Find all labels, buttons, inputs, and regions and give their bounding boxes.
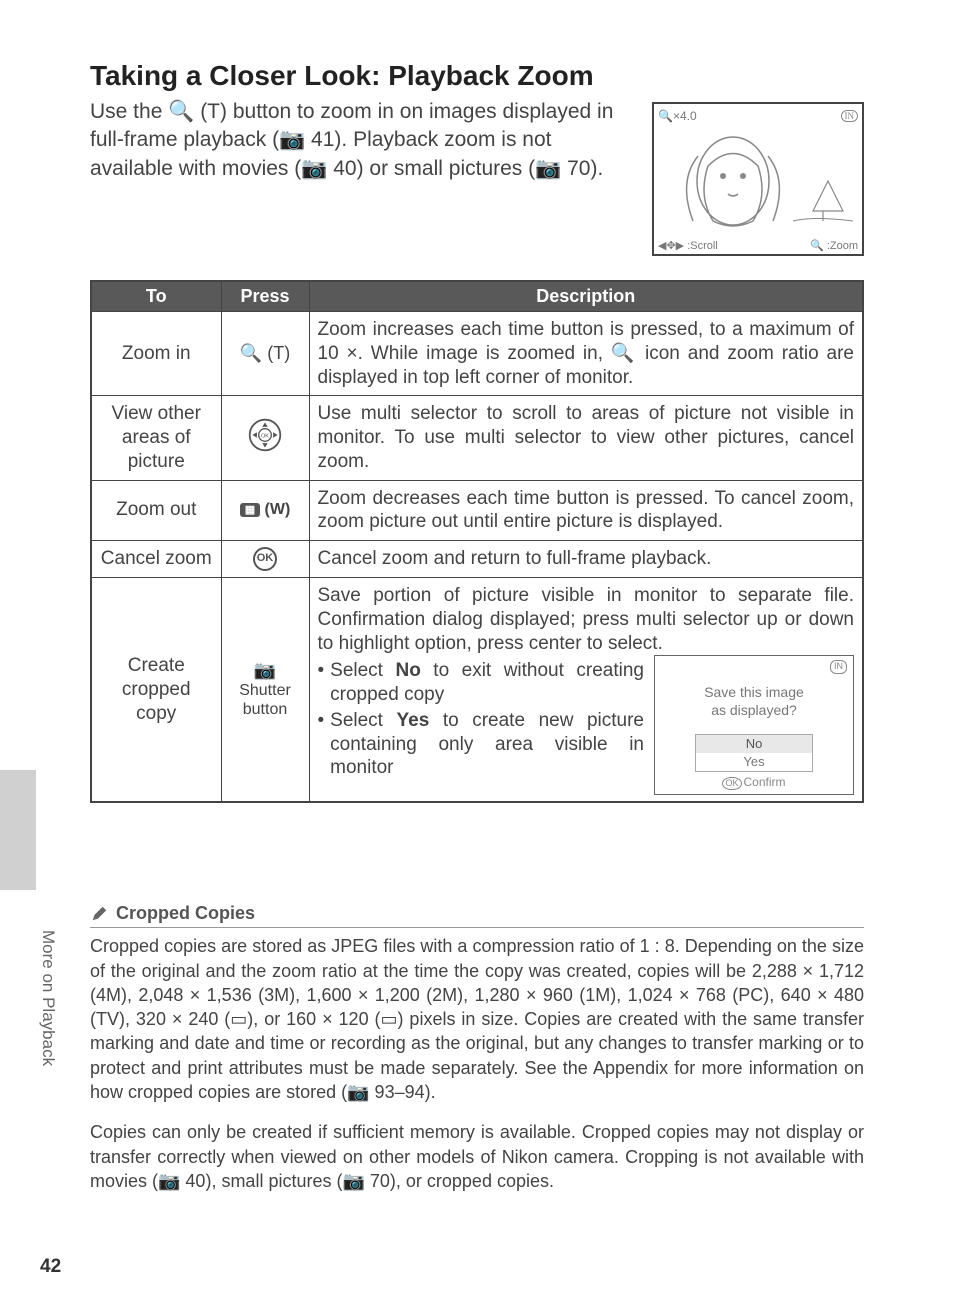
row-to: Create cropped copy: [91, 578, 221, 803]
col-desc: Description: [309, 281, 863, 312]
section-title: Cropped Copies: [116, 903, 255, 924]
row-press: OK: [221, 396, 309, 480]
row-desc: Save portion of picture visible in monit…: [309, 578, 863, 803]
table-row: Cancel zoom OK Cancel zoom and return to…: [91, 541, 863, 578]
scroll-hint: ◀✥▶ :Scroll: [658, 239, 718, 252]
row-desc: Zoom increases each time button is press…: [309, 312, 863, 396]
col-to: To: [91, 281, 221, 312]
row-to: Cancel zoom: [91, 541, 221, 578]
zoom-preview: 🔍×4.0 IN ◀✥▶ :Scroll 🔍 :Zoom: [652, 102, 864, 256]
row-desc: Cancel zoom and return to full-frame pla…: [309, 541, 863, 578]
preview-illustration: [654, 126, 862, 236]
memory-in-badge: IN: [841, 110, 859, 122]
shutter-label-1: Shutter: [239, 682, 291, 699]
row-press: 📷 Shutter button: [221, 578, 309, 803]
row-desc: Use multi selector to scroll to areas of…: [309, 396, 863, 480]
row-desc: Zoom decreases each time button is press…: [309, 480, 863, 541]
shutter-icon: 📷: [230, 660, 301, 682]
multi-selector-icon: OK: [247, 440, 283, 457]
zoom-factor: 🔍×4.0: [658, 109, 697, 123]
table-row: View other areas of picture OK Use multi…: [91, 396, 863, 480]
row-press: OK: [221, 541, 309, 578]
row-press: ▦ (W): [221, 480, 309, 541]
row-press: 🔍 (T): [221, 312, 309, 396]
shutter-label-2: button: [243, 701, 287, 718]
bullet-yes: Select Yes to create new picture contain…: [330, 709, 644, 780]
zoom-hint: 🔍 :Zoom: [810, 239, 858, 252]
svg-text:OK: OK: [261, 434, 269, 440]
dialog-line-1: Save this image: [704, 684, 804, 700]
magnify-icon: 🔍 (T): [240, 343, 290, 363]
dialog-line-2: as displayed?: [711, 702, 797, 718]
page-content: Taking a Closer Look: Playback Zoom Use …: [0, 0, 954, 1249]
crop-desc-top: Save portion of picture visible in monit…: [318, 584, 855, 655]
row-to: View other areas of picture: [91, 396, 221, 480]
page-title: Taking a Closer Look: Playback Zoom: [90, 60, 864, 92]
ok-button-icon: OK: [253, 547, 277, 571]
pencil-icon: [90, 905, 108, 923]
row-to: Zoom in: [91, 312, 221, 396]
cropped-copies-section: Cropped Copies Cropped copies are stored…: [90, 903, 864, 1193]
thumbnail-icon: ▦: [240, 503, 260, 517]
section-p1: Cropped copies are stored as JPEG files …: [90, 934, 864, 1104]
page-number: 42: [40, 1256, 61, 1278]
table-row: Zoom out ▦ (W) Zoom decreases each time …: [91, 480, 863, 541]
crop-dialog-preview: IN Save this image as displayed? No Yes …: [654, 655, 854, 795]
col-press: Press: [221, 281, 309, 312]
table-row: Zoom in 🔍 (T) Zoom increases each time b…: [91, 312, 863, 396]
controls-table: To Press Description Zoom in 🔍 (T) Zoom …: [90, 280, 864, 803]
memory-in-badge: IN: [830, 660, 847, 673]
intro-text: Use the 🔍 (T) button to zoom in on image…: [90, 98, 640, 256]
table-row: Create cropped copy 📷 Shutter button Sav…: [91, 578, 863, 803]
section-p2: Copies can only be created if sufficient…: [90, 1120, 864, 1193]
dialog-option-no: No: [696, 735, 812, 753]
intro-paragraph: Use the 🔍 (T) button to zoom in on image…: [90, 98, 640, 183]
dialog-option-yes: Yes: [696, 753, 812, 771]
intro-wrap: Use the 🔍 (T) button to zoom in on image…: [90, 98, 864, 256]
bullet-no: Select No to exit without creating cropp…: [330, 659, 644, 707]
row-to: Zoom out: [91, 480, 221, 541]
dialog-confirm: OKConfirm: [655, 775, 853, 790]
